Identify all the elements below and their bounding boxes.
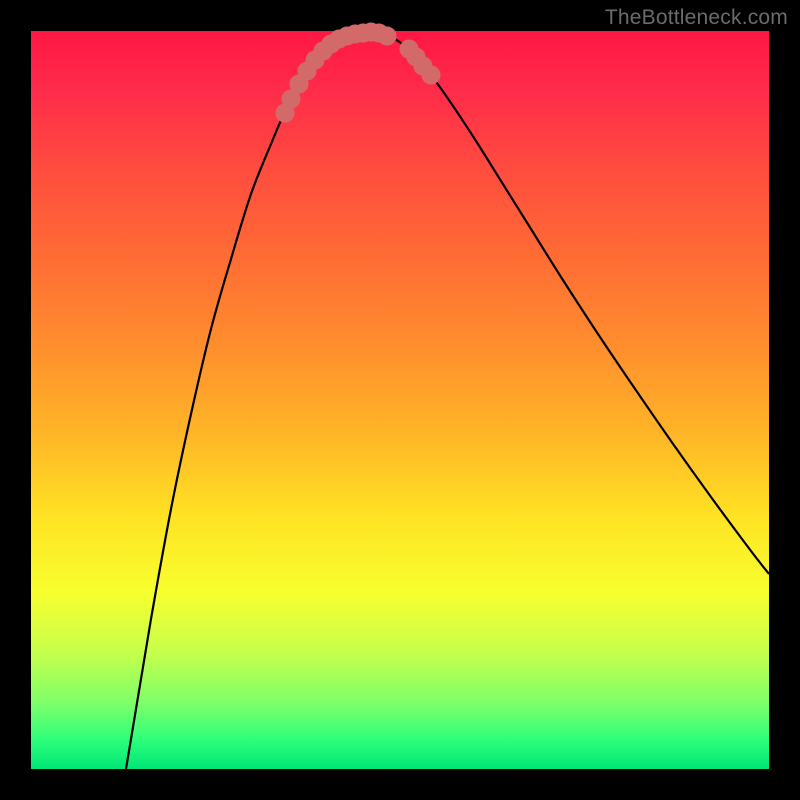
- curve-marker: [422, 66, 440, 84]
- curve-markers: [276, 23, 440, 122]
- chart-svg: [31, 31, 769, 769]
- watermark-text: TheBottleneck.com: [605, 6, 788, 30]
- chart-stage: TheBottleneck.com: [0, 0, 800, 800]
- plot-area: [31, 31, 769, 769]
- curve-marker: [378, 27, 396, 45]
- bottleneck-curve: [126, 32, 769, 769]
